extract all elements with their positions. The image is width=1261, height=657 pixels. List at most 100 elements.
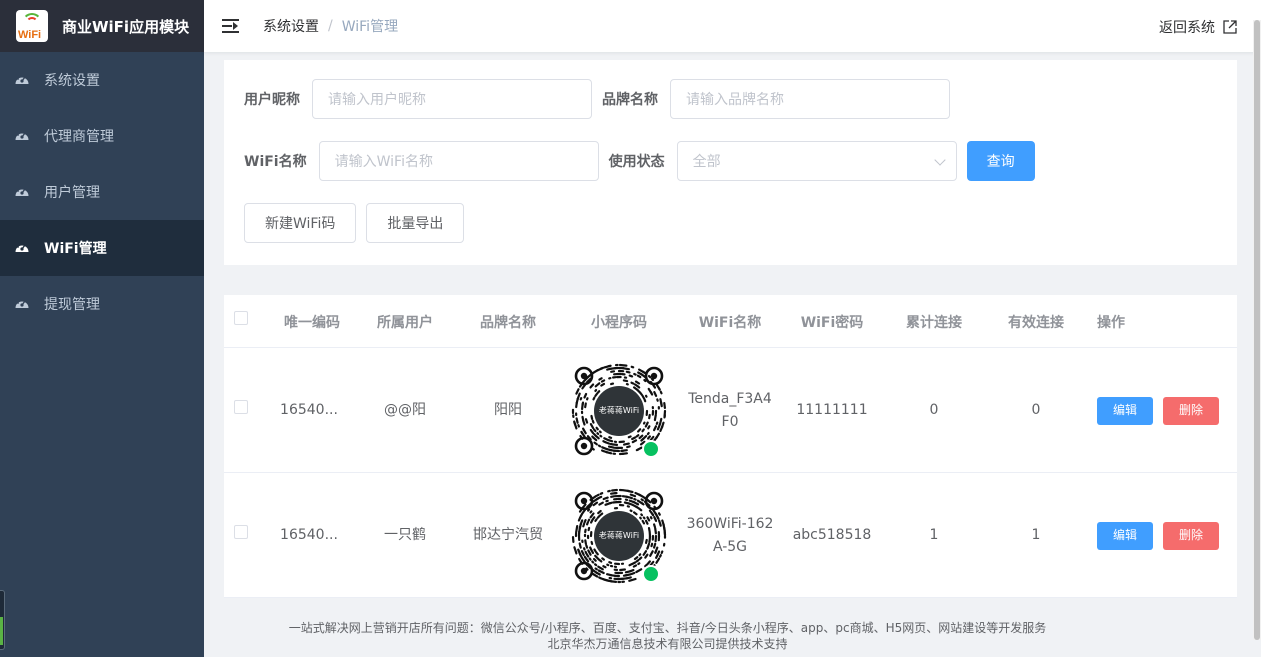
table-row: 16540... 一只鹤 邯达宁汽贸 老蒋蒋WiFi 360WiFi-162 A-5G ab…	[224, 473, 1237, 598]
wifi-table: 唯一编码 所属用户 品牌名称 小程序码 WiFi名称 WiFi密码 累计连接 有…	[224, 295, 1237, 598]
table-header: 唯一编码 所属用户 品牌名称 小程序码 WiFi名称 WiFi密码 累计连接 有…	[224, 295, 1237, 348]
cell-brand: 邯达宁汽贸	[473, 527, 543, 543]
breadcrumb-item-wifi-management: WiFi管理	[341, 19, 399, 35]
sidebar-item-label: WiFi管理	[44, 241, 107, 257]
search-row-3: 新建WiFi码 批量导出	[244, 203, 465, 243]
cell-wifi-name: 360WiFi-162 A-5G	[672, 473, 788, 598]
edit-button[interactable]: 编辑	[1097, 396, 1153, 425]
cell-wifi-password: abc518518	[792, 527, 872, 543]
cell-valid-connections: 0	[1031, 402, 1041, 418]
sidebar-item-label: 用户管理	[44, 185, 100, 201]
cell-wifi-name: Tenda_F3A4 F0	[672, 348, 788, 473]
cell-code: 16540...	[280, 527, 338, 543]
cell-total-connections: 0	[929, 402, 939, 418]
header-qrcode: 小程序码	[591, 314, 647, 331]
header-actions: 操作	[1097, 314, 1125, 331]
sidebar-item-1[interactable]: 代理商管理	[0, 108, 204, 164]
batch-export-button[interactable]: 批量导出	[366, 203, 465, 243]
cell-brand: 阳阳	[494, 402, 522, 418]
qr-center-text: 老蒋蒋WiFi	[598, 406, 640, 415]
row-checkbox[interactable]	[234, 525, 248, 539]
top-navbar: 系统设置 / WiFi管理 返回系统	[204, 0, 1261, 52]
cell-user: @@阳	[384, 402, 426, 418]
sidebar-item-label: 代理商管理	[44, 129, 114, 145]
delete-button[interactable]: 删除	[1163, 521, 1219, 550]
search-row-2: WiFi名称 请输入WiFi名称 使用状态 全部 查询	[244, 141, 1035, 181]
status-select[interactable]: 全部	[676, 141, 957, 181]
row-checkbox[interactable]	[234, 400, 248, 414]
new-wifi-code-button[interactable]: 新建WiFi码	[244, 203, 357, 243]
cell-user: 一只鹤	[384, 527, 426, 543]
footer-company-text: 北京华杰万通信息技术有限公司提供技术支持	[547, 637, 788, 651]
cell-code: 16540...	[280, 402, 338, 418]
logo-bar: WiFi 商业WiFi应用模块	[0, 0, 204, 52]
sidebar-item-0[interactable]: 系统设置	[0, 52, 204, 108]
speedometer-icon	[15, 131, 29, 140]
cell-qrcode: 老蒋蒋WiFi	[566, 348, 672, 473]
cell-qrcode: 老蒋蒋WiFi	[566, 473, 672, 598]
delete-button[interactable]: 删除	[1163, 396, 1219, 425]
brand-name-label: 品牌名称	[602, 92, 658, 108]
header-user: 所属用户	[377, 314, 433, 331]
header-code: 唯一编码	[284, 314, 340, 331]
wifi-name-line-2: F0	[721, 413, 739, 430]
sidebar-item-3[interactable]: WiFi管理	[0, 220, 204, 276]
header-total-connections: 累计连接	[906, 314, 962, 331]
header-valid-connections: 有效连接	[1008, 314, 1064, 331]
speedometer-icon	[15, 299, 29, 308]
speedometer-icon	[15, 187, 29, 196]
sidebar: WiFi 商业WiFi应用模块 系统设置代理商管理用户管理 WiFi管理 提现管理	[0, 0, 204, 657]
wifi-name-line-1: 360WiFi-162	[686, 515, 774, 532]
table-row: 16540... @@阳 阳阳 老蒋蒋WiFi Tenda_F3A4 F0 11111111…	[224, 348, 1237, 473]
select-all-checkbox[interactable]	[234, 311, 248, 325]
return-system-link[interactable]: 返回系统	[1159, 17, 1237, 37]
footer-services-text: 一站式解决网上营销开店所有问题：微信公众号/小程序、百度、支付宝、抖音/今日头条…	[288, 621, 1047, 635]
query-button[interactable]: 查询	[966, 141, 1035, 181]
speedometer-icon	[15, 75, 29, 84]
mini-program-qr-code[interactable]: 老蒋蒋WiFi	[570, 362, 668, 460]
user-nick-input[interactable]: 请输入用户昵称	[312, 79, 592, 119]
sidebar-item-2[interactable]: 用户管理	[0, 164, 204, 220]
sidebar-item-label: 提现管理	[44, 297, 100, 313]
user-nick-label: 用户昵称	[244, 92, 300, 108]
wifi-name-label: WiFi名称	[244, 154, 307, 170]
wifi-name-line-1: Tenda_F3A4	[688, 390, 772, 407]
breadcrumb-item-system-settings[interactable]: 系统设置	[263, 16, 319, 36]
wifi-name-input[interactable]: 请输入WiFi名称	[318, 141, 599, 181]
cell-valid-connections: 1	[1031, 527, 1041, 543]
brand-name-input[interactable]: 请输入品牌名称	[670, 79, 950, 119]
page-scrollbar[interactable]	[1253, 20, 1261, 640]
external-link-icon	[1223, 20, 1237, 34]
sidebar-menu: 系统设置代理商管理用户管理 WiFi管理 提现管理	[0, 52, 204, 332]
menu-collapse-icon[interactable]	[222, 19, 239, 33]
mini-program-badge-icon	[642, 564, 660, 583]
chevron-down-icon	[933, 154, 946, 166]
wifi-logo-icon: WiFi	[16, 10, 48, 42]
header-wifi-name: WiFi名称	[698, 314, 762, 331]
qr-center-logo: 老蒋蒋WiFi	[594, 510, 644, 561]
side-toggle-handle[interactable]	[0, 590, 5, 650]
page-footer: 一站式解决网上营销开店所有问题：微信公众号/小程序、百度、支付宝、抖音/今日头条…	[204, 620, 1261, 652]
speedometer-icon	[15, 243, 29, 252]
edit-button[interactable]: 编辑	[1097, 521, 1153, 550]
cell-wifi-password: 11111111	[796, 402, 868, 418]
return-system-label: 返回系统	[1159, 20, 1215, 36]
mini-program-qr-code[interactable]: 老蒋蒋WiFi	[570, 487, 668, 585]
qr-center-text: 老蒋蒋WiFi	[598, 531, 640, 540]
row-checkbox-cell	[233, 348, 249, 466]
wifi-name-line-2: A-5G	[712, 538, 748, 555]
cell-actions: 编辑 删除	[1097, 348, 1219, 473]
header-brand: 品牌名称	[480, 314, 536, 331]
search-panel: 用户昵称 请输入用户昵称 品牌名称 请输入品牌名称 WiFi名称 请输入WiFi…	[224, 60, 1237, 265]
cell-total-connections: 1	[929, 527, 939, 543]
mini-program-badge-icon	[642, 439, 660, 458]
select-all-checkbox-cell	[233, 295, 249, 341]
sidebar-item-4[interactable]: 提现管理	[0, 276, 204, 332]
sidebar-item-label: 系统设置	[44, 73, 100, 89]
cell-actions: 编辑 删除	[1097, 473, 1219, 598]
app-title: 商业WiFi应用模块	[62, 17, 190, 36]
header-wifi-password: WiFi密码	[800, 314, 864, 331]
breadcrumb: 系统设置 / WiFi管理	[263, 16, 398, 36]
qr-center-logo: 老蒋蒋WiFi	[594, 385, 644, 436]
status-label: 使用状态	[608, 154, 665, 170]
